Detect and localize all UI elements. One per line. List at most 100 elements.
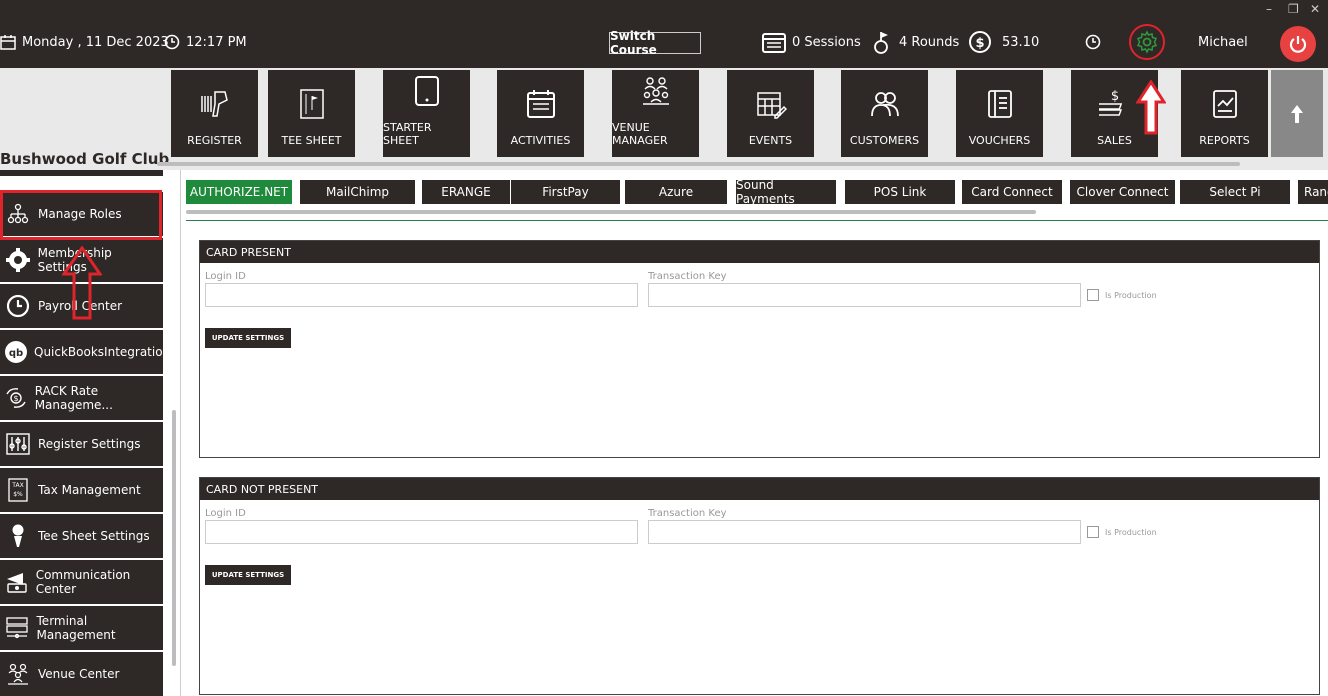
login-id-input[interactable]	[205, 520, 638, 544]
venue-icon	[4, 660, 32, 688]
nav-venue-manager[interactable]: VENUE MANAGER	[612, 70, 699, 157]
annotation-arrow-up-icon	[1136, 80, 1166, 135]
calendar-edit-icon	[756, 92, 787, 119]
sessions-text: 0 Sessions	[792, 34, 861, 50]
close-icon[interactable]: ✕	[1310, 2, 1320, 16]
nav-register-label: REGISTER	[187, 134, 242, 147]
nav-tee-sheet-label: TEE SHEET	[281, 134, 342, 147]
svg-text:$: $	[1110, 89, 1118, 104]
date-text: Monday , 11 Dec 2023	[22, 34, 169, 50]
user-name[interactable]: Michael	[1198, 30, 1248, 54]
transaction-key-label: Transaction Key	[648, 508, 727, 519]
tab-azure[interactable]: Azure	[625, 180, 727, 204]
history-clock-button[interactable]	[1085, 30, 1107, 54]
annotation-arrow-up-sidebar-icon	[62, 246, 102, 320]
tax-icon: TAX $%	[4, 476, 32, 504]
sidebar-item-venue-center[interactable]: Venue Center	[0, 652, 163, 696]
sidebar-item-terminal-management[interactable]: Terminal Management	[0, 606, 163, 650]
report-icon	[1212, 90, 1237, 118]
sessions-display[interactable]: 0 Sessions	[762, 30, 861, 54]
nav-scrollbar[interactable]	[157, 162, 1240, 166]
nav-customers[interactable]: CUSTOMERS	[841, 70, 928, 157]
login-id-label: Login ID	[205, 508, 246, 519]
nav-customers-label: CUSTOMERS	[849, 134, 920, 147]
update-settings-button[interactable]: UPDATE SETTINGS	[205, 328, 291, 348]
tab-authorize-net[interactable]: AUTHORIZE.NET	[186, 180, 292, 204]
tablet-icon	[414, 76, 439, 106]
top-bar: – ❐ ✕ Monday , 11 Dec 2023 12:17 PM Swit…	[0, 0, 1328, 68]
login-id-input[interactable]	[205, 283, 638, 307]
time-display: 12:17 PM	[164, 30, 247, 54]
nav-venue-manager-label: VENUE MANAGER	[612, 121, 668, 147]
transaction-key-label: Transaction Key	[648, 271, 727, 282]
rounds-text: 4 Rounds	[899, 34, 960, 50]
nav-scroll-up-button[interactable]	[1271, 70, 1323, 157]
nav-reports[interactable]: REPORTS	[1181, 70, 1268, 157]
sessions-calendar-icon	[762, 33, 786, 53]
sidebar-item-label: Communication Center	[35, 568, 131, 596]
logout-button[interactable]	[1280, 26, 1316, 62]
time-text: 12:17 PM	[186, 34, 247, 50]
rounds-display[interactable]: 4 Rounds	[869, 30, 959, 54]
rate-exchange-icon: $	[4, 384, 29, 412]
nav-starter-sheet-label: STARTER SHEET	[383, 121, 432, 147]
sidebar-item-register-settings[interactable]: Register Settings	[0, 422, 163, 466]
switch-course-button[interactable]: Switch Course	[609, 29, 701, 57]
tabs-divider	[186, 220, 1328, 221]
sidebar-item-tee-sheet-settings[interactable]: Tee Sheet Settings	[0, 514, 163, 558]
sidebar-item-label: Register Settings	[38, 437, 141, 451]
integration-tabs: AUTHORIZE.NET MailChimp ERANGE FirstPay …	[186, 178, 1328, 206]
manage-roles-highlight	[0, 190, 162, 240]
balance-display[interactable]: $ 53.10	[968, 30, 1039, 54]
nav-events[interactable]: EVENTS	[727, 70, 814, 157]
nav-starter-sheet[interactable]: STARTER SHEET	[383, 70, 470, 157]
sidebar-item-quickbooks[interactable]: qb QuickBooksIntegration	[0, 330, 170, 374]
voucher-icon	[987, 90, 1012, 118]
restore-icon[interactable]: ❐	[1288, 2, 1299, 16]
tabs-scrollbar[interactable]	[186, 210, 1036, 214]
nav-vouchers-label: VOUCHERS	[968, 134, 1031, 147]
nav-activities-label: ACTIVITIES	[510, 134, 571, 147]
tab-select-pi[interactable]: Select Pi	[1180, 180, 1290, 204]
sidebar-item-label: Terminal Management	[36, 614, 116, 642]
svg-text:TAX: TAX	[11, 482, 23, 489]
calendar-list-icon	[526, 90, 555, 118]
is-production-label: Is Production	[1105, 291, 1157, 300]
transaction-key-input[interactable]	[648, 283, 1081, 307]
nav-tee-sheet[interactable]: TEE SHEET	[268, 70, 355, 157]
sidebar-item-label: QuickBooksIntegration	[34, 345, 171, 359]
tab-erange[interactable]: ERANGE	[422, 180, 510, 204]
tab-card-connect[interactable]: Card Connect	[962, 180, 1062, 204]
tab-pos-link[interactable]: POS Link	[845, 180, 955, 204]
sidebar-item-tax-management[interactable]: TAX $% Tax Management	[0, 468, 163, 512]
dollar-icon: $	[969, 31, 991, 53]
date-display: Monday , 11 Dec 2023	[0, 30, 169, 54]
is-production-checkbox[interactable]	[1087, 289, 1099, 301]
balance-text: 53.10	[1002, 34, 1040, 50]
tab-clover-connect[interactable]: Clover Connect	[1070, 180, 1175, 204]
golf-ball-icon	[874, 32, 888, 54]
nav-vouchers[interactable]: VOUCHERS	[956, 70, 1043, 157]
nav-sales-label: SALES	[1097, 134, 1132, 147]
sidebar-scrollbar[interactable]	[172, 410, 176, 666]
settings-gear-button[interactable]	[1129, 24, 1165, 60]
communication-icon	[4, 568, 30, 596]
panel-title: CARD PRESENT	[200, 241, 1319, 263]
tab-range[interactable]: Rang	[1298, 180, 1328, 204]
is-production-checkbox[interactable]	[1087, 526, 1099, 538]
minimize-icon[interactable]: –	[1266, 2, 1272, 16]
nav-activities[interactable]: ACTIVITIES	[497, 70, 584, 157]
gear-icon	[1136, 30, 1158, 54]
panel-title: CARD NOT PRESENT	[200, 478, 1319, 500]
sidebar-item-rack-rate[interactable]: $ RACK Rate Manageme...	[0, 376, 163, 420]
quickbooks-icon: qb	[4, 338, 28, 366]
sidebar-item-communication-center[interactable]: Communication Center	[0, 560, 163, 604]
tab-mailchimp[interactable]: MailChimp	[300, 180, 415, 204]
tab-firstpay[interactable]: FirstPay	[511, 180, 620, 204]
tab-sound-payments[interactable]: Sound Payments	[736, 178, 836, 206]
transaction-key-input[interactable]	[648, 520, 1081, 544]
update-settings-button[interactable]: UPDATE SETTINGS	[205, 565, 291, 585]
nav-register[interactable]: REGISTER	[171, 70, 258, 157]
power-icon	[1289, 36, 1307, 53]
sidebar-item-previous[interactable]	[0, 170, 163, 176]
